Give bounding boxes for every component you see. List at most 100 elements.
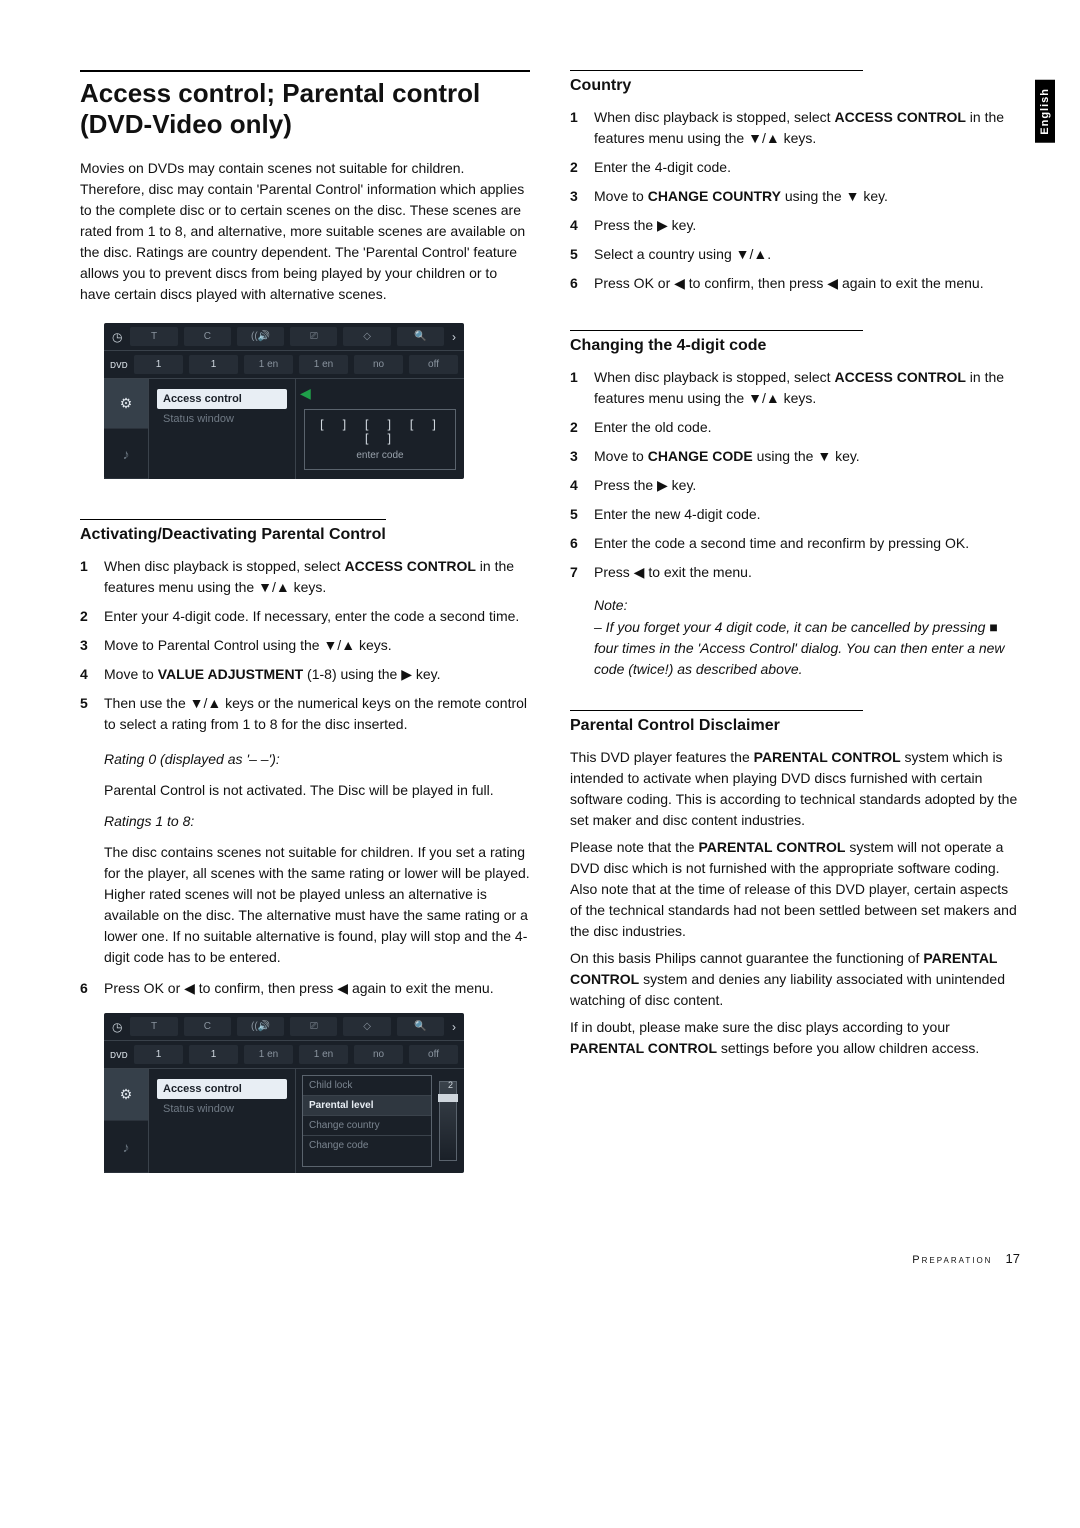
osd-screenshot-1: ◷ T C ((🔊 ⎚ ◇ 🔍 › ᴅᴠᴅ 1 1 1 en 1 en no o… [104,323,464,479]
osd-val: 1 [134,1045,183,1064]
gear-icon: ⚙ [104,1069,148,1121]
osd-val: 1 [189,1045,238,1064]
code-slots: [ ] [ ] [ ] [ ] [311,418,449,446]
rating-slider: 2 [439,1081,457,1161]
step-text: Move to VALUE ADJUSTMENT (1-8) using the… [104,664,530,685]
step-number: 1 [570,107,594,149]
step-number: 1 [80,556,104,598]
step-number: 2 [570,157,594,178]
step-number: 2 [80,606,104,627]
step-text: Press ◀ to exit the menu. [594,562,1020,583]
disclaimer-paragraph: If in doubt, please make sure the disc p… [570,1017,1020,1059]
submenu-item: Parental level [303,1096,431,1116]
note-icon: ♪ [104,429,148,479]
page-number: 17 [1006,1251,1020,1266]
gear-icon: ⚙ [104,379,148,429]
intro-paragraph: Movies on DVDs may contain scenes not su… [80,158,530,305]
page-content: Access control; Parental control (DVD-Vi… [0,0,1080,1231]
code-label: enter code [311,450,449,461]
step-text: Enter your 4-digit code. If necessary, e… [104,606,530,627]
osd-top-cell: 🔍 [397,1017,444,1036]
subheading-disclaimer: Parental Control Disclaimer [570,710,863,735]
step-number: 4 [570,215,594,236]
osd-val: off [409,1045,458,1064]
page-footer: Preparation 17 [0,1231,1080,1296]
code-entry-box: [ ] [ ] [ ] [ ] enter code [304,409,456,470]
dvd-label: ᴅᴠᴅ [110,1049,128,1061]
note-label: Note: [594,597,1020,613]
step-text: Move to CHANGE CODE using the ▼ key. [594,446,1020,467]
submenu-item: Change code [303,1136,431,1155]
step-text: Press OK or ◀ to confirm, then press ◀ a… [104,978,530,999]
osd-top-cell: ⎚ [290,1017,337,1036]
step-number: 5 [570,504,594,525]
disclaimer-paragraph: This DVD player features the PARENTAL CO… [570,747,1020,831]
osd-val: 1 en [299,355,348,374]
rating-0-body: Parental Control is not activated. The D… [104,780,530,801]
right-column: Country 1 When disc playback is stopped,… [570,70,1020,1191]
step-number: 3 [570,186,594,207]
rating-18-body: The disc contains scenes not suitable fo… [104,842,530,968]
footer-section-label: Preparation [912,1254,992,1266]
osd-val: 1 en [244,1045,293,1064]
marker-left-icon: ◀ [300,385,311,402]
step-text: When disc playback is stopped, select AC… [104,556,530,598]
osd-val: 1 [134,355,183,374]
step-number: 5 [570,244,594,265]
step-text: Then use the ▼/▲ keys or the numerical k… [104,693,530,735]
step-text: Press OK or ◀ to confirm, then press ◀ a… [594,273,1020,294]
step-text: When disc playback is stopped, select AC… [594,367,1020,409]
osd-top-cell: ◇ [343,1017,390,1036]
step-text: Press the ▶ key. [594,475,1020,496]
osd-menu-item: Access control [157,389,287,409]
slider-knob [438,1094,458,1102]
step-text: Enter the new 4-digit code. [594,504,1020,525]
step-number: 6 [570,273,594,294]
step-text: Enter the old code. [594,417,1020,438]
note-icon: ♪ [104,1121,148,1173]
osd-top-cell: C [184,1017,231,1036]
osd-val: no [354,1045,403,1064]
osd-top-cell: ⎚ [290,327,337,346]
step-text: Enter the code a second time and reconfi… [594,533,1020,554]
step-number: 6 [80,978,104,999]
osd-menu-item: Status window [157,409,287,429]
osd-menu-item: Access control [157,1079,287,1099]
slider-value: 2 [448,1080,453,1090]
rating-18-heading: Ratings 1 to 8: [104,811,530,832]
osd-val: no [354,355,403,374]
step-number: 1 [570,367,594,409]
step-text: Press the ▶ key. [594,215,1020,236]
arrow-right-icon: › [450,1020,458,1034]
osd-menu-item: Status window [157,1099,287,1119]
osd-submenu: Child lock Parental level Change country… [302,1075,432,1167]
step-text: Move to Parental Control using the ▼/▲ k… [104,635,530,656]
osd-val: 1 [189,355,238,374]
subheading-change-code: Changing the 4-digit code [570,330,863,355]
step-number: 3 [570,446,594,467]
arrow-right-icon: › [450,330,458,344]
step-number: 7 [570,562,594,583]
osd-screenshot-2: ◷ T C ((🔊 ⎚ ◇ 🔍 › ᴅᴠᴅ 1 1 1 en 1 en no o… [104,1013,464,1173]
step-number: 5 [80,693,104,735]
step-text: When disc playback is stopped, select AC… [594,107,1020,149]
submenu-item: Child lock [303,1076,431,1096]
step-text: Enter the 4-digit code. [594,157,1020,178]
note-body: – If you forget your 4 digit code, it ca… [594,617,1020,680]
clock-icon: ◷ [110,1020,124,1034]
step-text: Move to CHANGE COUNTRY using the ▼ key. [594,186,1020,207]
osd-top-cell: T [130,327,177,346]
left-column: Access control; Parental control (DVD-Vi… [80,70,530,1191]
osd-top-cell: ((🔊 [237,327,284,346]
step-text: Select a country using ▼/▲. [594,244,1020,265]
step-number: 6 [570,533,594,554]
disclaimer-paragraph: Please note that the PARENTAL CONTROL sy… [570,837,1020,942]
step-number: 3 [80,635,104,656]
subheading-activate: Activating/Deactivating Parental Control [80,519,386,544]
step-number: 4 [80,664,104,685]
clock-icon: ◷ [110,330,124,344]
osd-top-cell: 🔍 [397,327,444,346]
osd-top-cell: ◇ [343,327,390,346]
rating-0-heading: Rating 0 (displayed as '– –'): [104,749,530,770]
submenu-item: Change country [303,1116,431,1136]
